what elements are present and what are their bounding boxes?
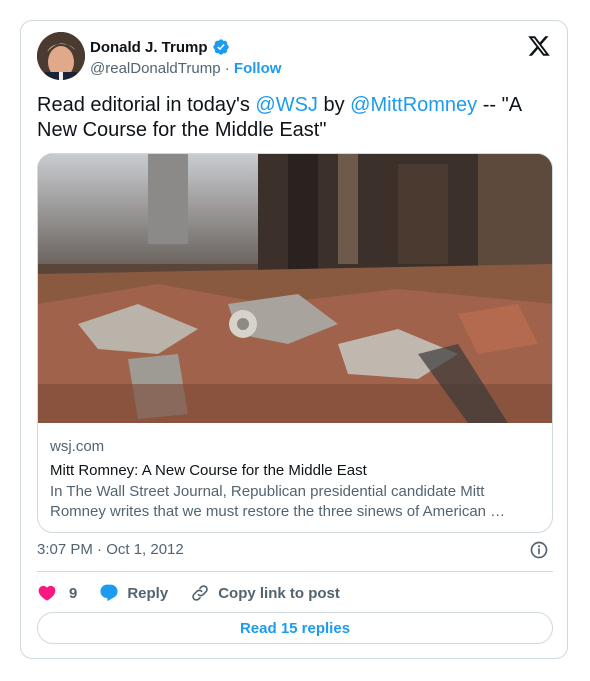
divider bbox=[37, 571, 553, 572]
mention-wsj[interactable]: @WSJ bbox=[255, 94, 318, 116]
follow-button[interactable]: Follow bbox=[234, 60, 282, 77]
tweet-text-mid: by bbox=[317, 94, 351, 116]
action-bar: 9 Reply Copy link to post bbox=[37, 581, 362, 605]
author-handle[interactable]: @realDonaldTrump bbox=[90, 60, 221, 77]
like-button[interactable]: 9 bbox=[37, 583, 77, 603]
link-domain: wsj.com bbox=[50, 438, 105, 455]
tweet-embed-card: Donald J. Trump @realDonaldTrump · Follo… bbox=[20, 20, 568, 659]
link-icon bbox=[192, 585, 208, 601]
heart-icon bbox=[38, 585, 56, 601]
mention-mittromney[interactable]: @MittRomney bbox=[350, 94, 477, 116]
separator-dot: · bbox=[224, 60, 230, 77]
link-preview-image[interactable] bbox=[38, 154, 553, 423]
author-name-row[interactable]: Donald J. Trump bbox=[90, 38, 230, 56]
author-name[interactable]: Donald J. Trump bbox=[90, 39, 208, 56]
copy-link-label: Copy link to post bbox=[218, 584, 340, 602]
verified-badge-icon bbox=[212, 39, 229, 55]
avatar[interactable] bbox=[37, 32, 85, 80]
tweet-text: Read editorial in today's @WSJ by @MittR… bbox=[37, 93, 547, 143]
speech-bubble-icon bbox=[100, 584, 118, 602]
read-replies-button[interactable]: Read 15 replies bbox=[37, 612, 553, 644]
info-icon[interactable] bbox=[529, 540, 549, 560]
link-preview-card[interactable]: wsj.com Mitt Romney: A New Course for th… bbox=[37, 153, 553, 533]
reply-label: Reply bbox=[127, 584, 169, 602]
like-count: 9 bbox=[69, 584, 78, 602]
tweet-text-pre: Read editorial in today's bbox=[37, 94, 256, 116]
copy-link-button[interactable]: Copy link to post bbox=[190, 583, 340, 603]
author-handle-row: @realDonaldTrump · Follow bbox=[90, 60, 281, 77]
link-description: In The Wall Street Journal, Republican p… bbox=[50, 483, 506, 520]
link-title[interactable]: Mitt Romney: A New Course for the Middle… bbox=[50, 460, 540, 482]
reply-button[interactable]: Reply bbox=[99, 583, 168, 603]
tweet-timestamp[interactable]: 3:07 PM · Oct 1, 2012 bbox=[37, 541, 184, 558]
link-preview-meta: wsj.com Mitt Romney: A New Course for th… bbox=[50, 438, 540, 522]
x-logo-icon[interactable] bbox=[527, 34, 551, 58]
